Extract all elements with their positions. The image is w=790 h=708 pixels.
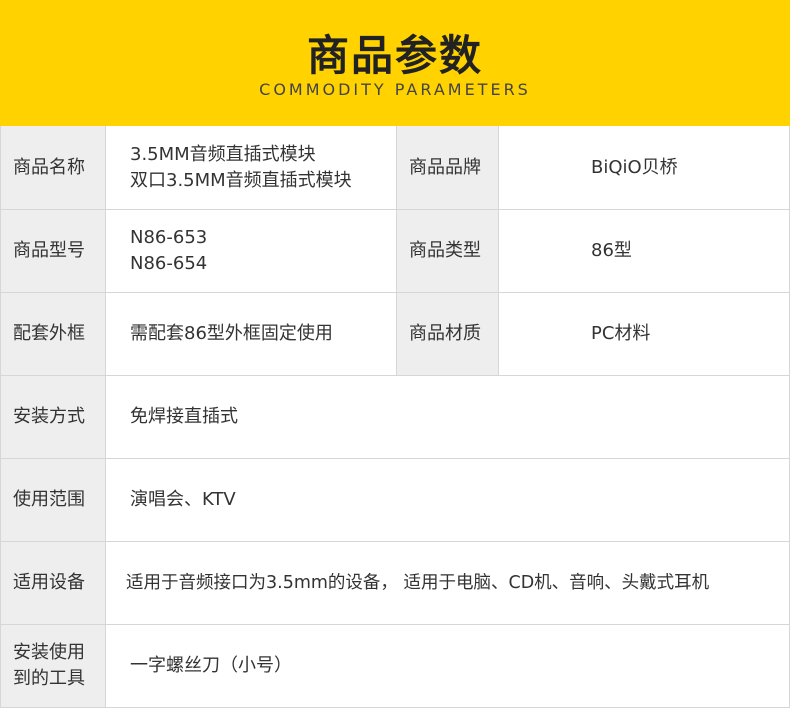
label-model: 商品型号 xyxy=(0,210,106,293)
value-material: PC材料 xyxy=(499,293,790,376)
value-line: 3.5MM音频直插式模块 xyxy=(130,143,316,165)
label-brand: 商品品牌 xyxy=(397,126,499,210)
label-type: 商品类型 xyxy=(397,210,499,293)
label-line: 到的工具 xyxy=(13,668,85,689)
label-frame: 配套外框 xyxy=(0,293,106,376)
value-line: N86-653 xyxy=(130,227,208,248)
value-frame: 需配套86型外框固定使用 xyxy=(106,293,397,376)
header-banner: 商品参数 COMMODITY PARAMETERS xyxy=(0,0,790,126)
value-type: 86型 xyxy=(499,210,790,293)
value-line: N86-654 xyxy=(130,253,208,274)
page-subtitle: COMMODITY PARAMETERS xyxy=(259,80,531,99)
value-line: 双口3.5MM音频直插式模块 xyxy=(130,169,352,191)
label-scope: 使用范围 xyxy=(0,459,106,542)
label-product-name: 商品名称 xyxy=(0,126,106,210)
value-tools: 一字螺丝刀（小号） xyxy=(106,625,790,708)
value-install-method: 免焊接直插式 xyxy=(106,376,790,459)
label-material: 商品材质 xyxy=(397,293,499,376)
value-product-name: 3.5MM音频直插式模块 双口3.5MM音频直插式模块 xyxy=(106,126,397,210)
label-install-method: 安装方式 xyxy=(0,376,106,459)
label-devices: 适用设备 xyxy=(0,542,106,625)
value-devices: 适用于音频接口为3.5mm的设备， 适用于电脑、CD机、音响、头戴式耳机 xyxy=(106,542,790,625)
page-title: 商品参数 xyxy=(306,31,483,80)
label-tools: 安装使用 到的工具 xyxy=(0,625,106,708)
label-line: 安装使用 xyxy=(13,642,85,663)
value-model: N86-653 N86-654 xyxy=(106,210,397,293)
value-brand: BiQiO贝桥 xyxy=(499,126,790,210)
parameters-table: 商品名称 3.5MM音频直插式模块 双口3.5MM音频直插式模块 商品品牌 Bi… xyxy=(0,126,790,708)
value-scope: 演唱会、KTV xyxy=(106,459,790,542)
